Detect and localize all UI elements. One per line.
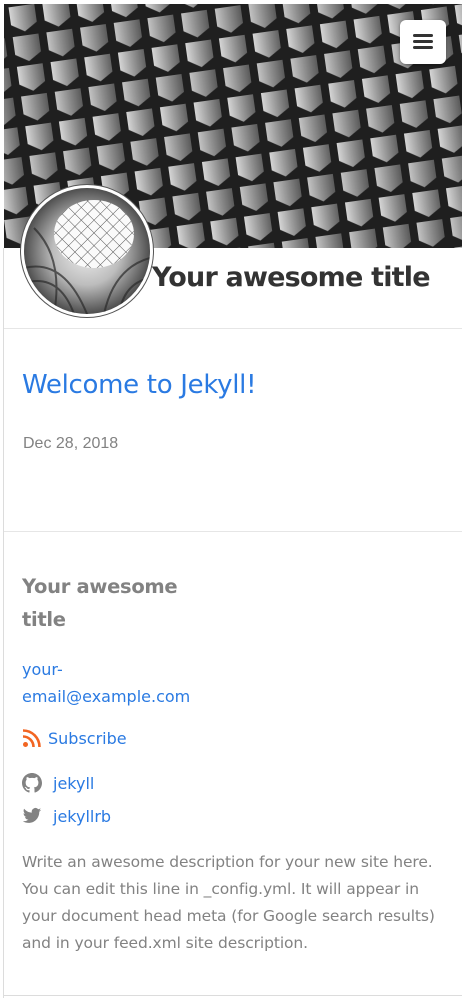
hamburger-menu-icon [413,34,433,50]
rss-icon [22,728,42,748]
twitter-icon [22,806,42,826]
email-link[interactable]: your-email@example.com [22,656,222,710]
subscribe-link[interactable]: Subscribe [22,728,127,748]
github-label: jekyll [53,773,95,793]
twitter-link[interactable]: jekyllrb [22,806,111,826]
site-title[interactable]: Your awesome title [152,262,431,293]
footer-title: Your awesome title [22,575,178,631]
footer-divider [4,531,462,532]
left-border [3,248,4,998]
email-line-1: your- [22,660,63,679]
menu-button[interactable] [400,20,446,64]
post-date: Dec 28, 2018 [23,435,119,452]
bottom-border [4,995,462,996]
site-description: Write an awesome description for your ne… [22,853,435,952]
twitter-label: jekyllrb [53,806,112,826]
github-link[interactable]: jekyll [22,773,94,793]
email-line-2: email@example.com [22,687,191,706]
avatar [24,188,150,314]
subscribe-label: Subscribe [48,728,127,748]
github-icon [22,773,42,793]
header-divider [4,328,462,329]
post-title-link[interactable]: Welcome to Jekyll! [22,370,257,400]
page: Your awesome title Welcome to Jekyll! De… [0,0,462,998]
